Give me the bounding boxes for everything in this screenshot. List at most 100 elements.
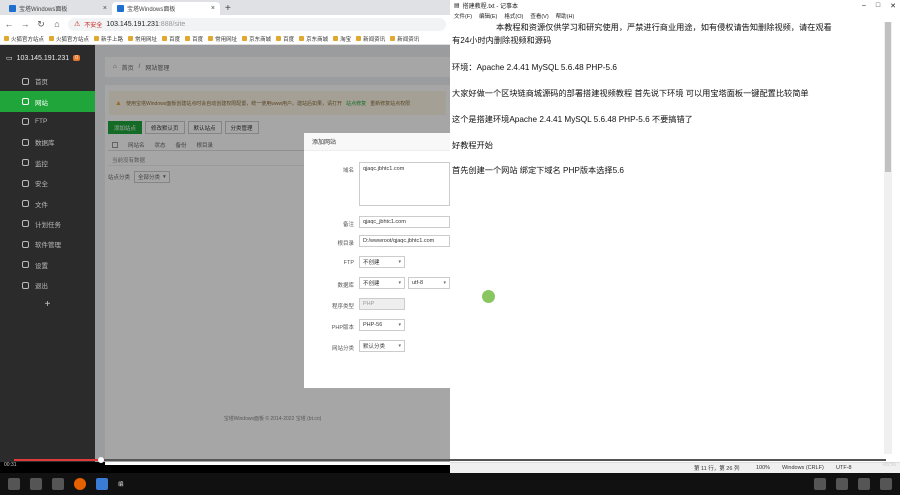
home-icon[interactable]: ⌂ <box>52 19 62 29</box>
sidebar-item-6[interactable]: 文件 <box>0 193 95 213</box>
sidebar-item-10[interactable]: 退出 <box>0 275 95 295</box>
close-icon[interactable]: ✕ <box>890 2 896 10</box>
bookmark-icon <box>128 36 134 41</box>
progress-fill <box>14 459 102 461</box>
cursor-highlight <box>482 290 495 303</box>
site-category-select[interactable]: 默认分类 ▾ <box>359 340 405 352</box>
forward-icon[interactable]: → <box>20 19 30 29</box>
menu-item-icon <box>22 200 29 208</box>
db-select[interactable]: 不创建 ▾ <box>359 277 405 289</box>
notepad-menu-item[interactable]: 格式(O) <box>504 12 523 20</box>
taskbar-tray <box>814 478 892 490</box>
sidebar-item-label: 设置 <box>35 262 48 270</box>
bookmark-item[interactable]: 常用网址 <box>128 35 157 43</box>
bookmark-label: 火狐官方站点 <box>11 36 45 43</box>
line-ending: Windows (CRLF) <box>782 465 824 471</box>
ftp-value: 不创建 <box>363 260 380 266</box>
scrollbar-thumb[interactable] <box>885 22 891 172</box>
sidebar-item-0[interactable]: 首页 <box>0 71 95 91</box>
notepad-menu-item[interactable]: 查看(V) <box>530 12 548 20</box>
menu-item-icon <box>22 261 29 269</box>
tray-icon[interactable] <box>858 478 870 490</box>
address-bar[interactable]: ⚠ 不安全 103.145.191.231 :888/site <box>68 17 446 31</box>
app-icon[interactable] <box>96 478 108 490</box>
bookmark-item[interactable]: 新闻资讯 <box>356 35 385 43</box>
notepad-menu-item[interactable]: 编辑(E) <box>479 12 497 20</box>
charset-select[interactable]: utf-8 ▾ <box>408 277 450 289</box>
bookmark-icon <box>208 36 214 41</box>
firefox-icon[interactable] <box>74 478 86 490</box>
sidebar-item-label: 安全 <box>35 181 48 189</box>
bookmark-item[interactable]: 新闻资讯 <box>390 35 419 43</box>
bookmark-item[interactable]: 百度 <box>185 35 203 43</box>
bookmark-item[interactable]: 百度 <box>276 35 294 43</box>
sidebar-item-label: 文件 <box>35 201 48 209</box>
screen: 宝塔Windows面板 × 宝塔Windows面板 × + ← → ↻ ⌂ ⚠ … <box>0 0 900 495</box>
sidebar-item-4[interactable]: 监控 <box>0 153 95 173</box>
video-progress-bar[interactable] <box>0 457 900 463</box>
favicon-icon <box>9 5 16 12</box>
tray-icon[interactable] <box>814 478 826 490</box>
encoding: UTF-8 <box>836 465 852 471</box>
php-select[interactable]: PHP-56 ▾ <box>359 319 405 331</box>
bookmark-label: 淘宝 <box>340 36 352 43</box>
notepad-menu-item[interactable]: 文件(F) <box>454 12 472 20</box>
remark-input[interactable]: qjaqc_jbhtc1.com <box>359 216 450 228</box>
root-input[interactable]: D:/wwwroot/qjaqc.jbhtc1.com <box>359 235 450 247</box>
bookmark-item[interactable]: 京东商城 <box>242 35 271 43</box>
back-icon[interactable]: ← <box>4 19 14 29</box>
domain-value: qjaqc.jbhtc1.com <box>363 166 405 172</box>
add-menu-icon[interactable]: + <box>0 295 95 315</box>
sidebar-item-9[interactable]: 设置 <box>0 255 95 275</box>
new-tab-icon[interactable]: + <box>220 2 236 15</box>
taskbar-app-label: 编 <box>118 482 124 488</box>
sidebar: ▭ 103.145.191.231 0 首页 网站 FTP 数据库 监控 安全 文件 计划任务… <box>0 45 95 462</box>
sidebar-item-8[interactable]: 软件管理 <box>0 234 95 254</box>
domain-textarea[interactable]: qjaqc.jbhtc1.com <box>359 162 450 206</box>
warning-icon: ⚠ <box>74 21 81 28</box>
favicon-icon <box>117 5 124 12</box>
ftp-select[interactable]: 不创建 ▾ <box>359 256 405 268</box>
bookmark-item[interactable]: 百度 <box>162 35 180 43</box>
tab-title: 宝塔Windows面板 <box>127 7 176 13</box>
bookmark-item[interactable]: 新手上路 <box>94 35 123 43</box>
bookmark-label: 火狐官方站点 <box>56 36 90 43</box>
sidebar-item-5[interactable]: 安全 <box>0 173 95 193</box>
sidebar-item-1[interactable]: 网站 <box>0 91 95 112</box>
bookmark-item[interactable]: 常用网址 <box>208 35 237 43</box>
progress-knob[interactable] <box>98 457 105 463</box>
menu-item-icon <box>22 159 29 167</box>
close-tab-icon[interactable]: × <box>103 5 107 12</box>
fullscreen-icon[interactable] <box>880 478 892 490</box>
bookmark-item[interactable]: 火狐官方站点 <box>49 35 89 43</box>
sidebar-item-label: 计划任务 <box>35 221 61 229</box>
bookmark-item[interactable]: 京东商城 <box>299 35 328 43</box>
minimize-icon[interactable]: – <box>862 2 866 10</box>
tray-icon[interactable] <box>836 478 848 490</box>
bookmark-label: 京东商城 <box>249 36 272 43</box>
maximize-icon[interactable]: □ <box>876 2 880 10</box>
volume-icon[interactable] <box>8 478 20 490</box>
menu-item-icon <box>22 220 29 228</box>
folder-icon[interactable] <box>52 478 64 490</box>
sidebar-item-3[interactable]: 数据库 <box>0 132 95 152</box>
bookmark-icon <box>4 36 9 41</box>
reload-icon[interactable]: ↻ <box>36 19 46 30</box>
browser-tab-1[interactable]: 宝塔Windows面板 × <box>4 2 112 15</box>
close-tab-icon[interactable]: × <box>211 5 215 12</box>
bookmark-icon <box>276 36 282 41</box>
taskbar: 编 <box>0 473 900 495</box>
menu-item-icon <box>22 98 29 106</box>
bookmark-item[interactable]: 淘宝 <box>333 35 351 43</box>
root-value: D:/wwwroot/qjaqc.jbhtc1.com <box>363 238 435 244</box>
browser-tab-2[interactable]: 宝塔Windows面板 × <box>112 2 220 15</box>
sidebar-item-2[interactable]: FTP <box>0 112 95 132</box>
notification-badge[interactable]: 0 <box>73 55 80 61</box>
notepad-menu-item[interactable]: 帮助(H) <box>556 12 575 20</box>
search-icon[interactable] <box>30 478 42 490</box>
sidebar-item-7[interactable]: 计划任务 <box>0 214 95 234</box>
vertical-scrollbar[interactable] <box>884 22 892 454</box>
bookmark-icon <box>356 36 362 41</box>
bookmark-item[interactable]: 火狐官方站点 <box>4 35 44 43</box>
program-label: 程序类型 <box>331 304 354 310</box>
